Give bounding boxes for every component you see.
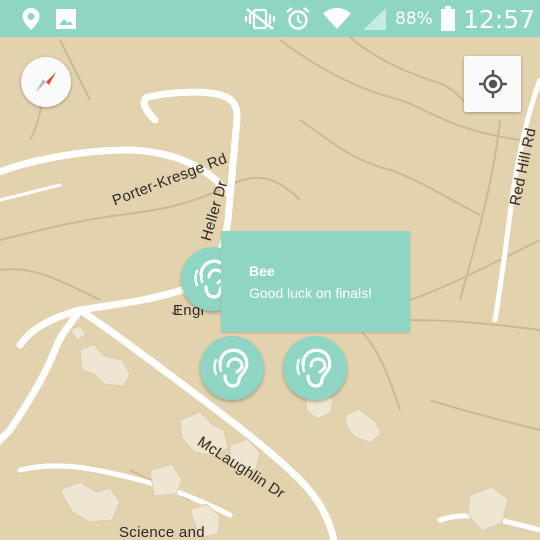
- compass-button[interactable]: [21, 57, 71, 107]
- cell-signal-icon: [360, 0, 388, 37]
- message-popup[interactable]: Bee Good luck on finals!: [221, 231, 410, 332]
- clock: 12:57: [463, 5, 536, 34]
- location-pin-icon: [18, 0, 44, 37]
- image-icon: [53, 0, 79, 37]
- battery-percent: 88%: [395, 9, 433, 29]
- battery-icon: [440, 0, 456, 37]
- vibrate-icon: [242, 0, 278, 37]
- status-bar: 88% 12:57: [0, 0, 540, 37]
- ear-icon: [213, 348, 249, 388]
- wifi-icon: [321, 0, 353, 37]
- popup-message: Good luck on finals!: [249, 285, 372, 301]
- my-location-button[interactable]: [464, 56, 521, 112]
- my-location-icon: [478, 70, 507, 98]
- ear-marker-3[interactable]: [283, 336, 347, 400]
- ear-icon: [296, 348, 332, 388]
- compass-icon: [36, 72, 56, 92]
- place-label-science: Science and: [119, 524, 205, 540]
- ear-marker-2[interactable]: [200, 336, 264, 400]
- popup-sender-name: Bee: [249, 263, 275, 279]
- alarm-icon: [284, 0, 312, 37]
